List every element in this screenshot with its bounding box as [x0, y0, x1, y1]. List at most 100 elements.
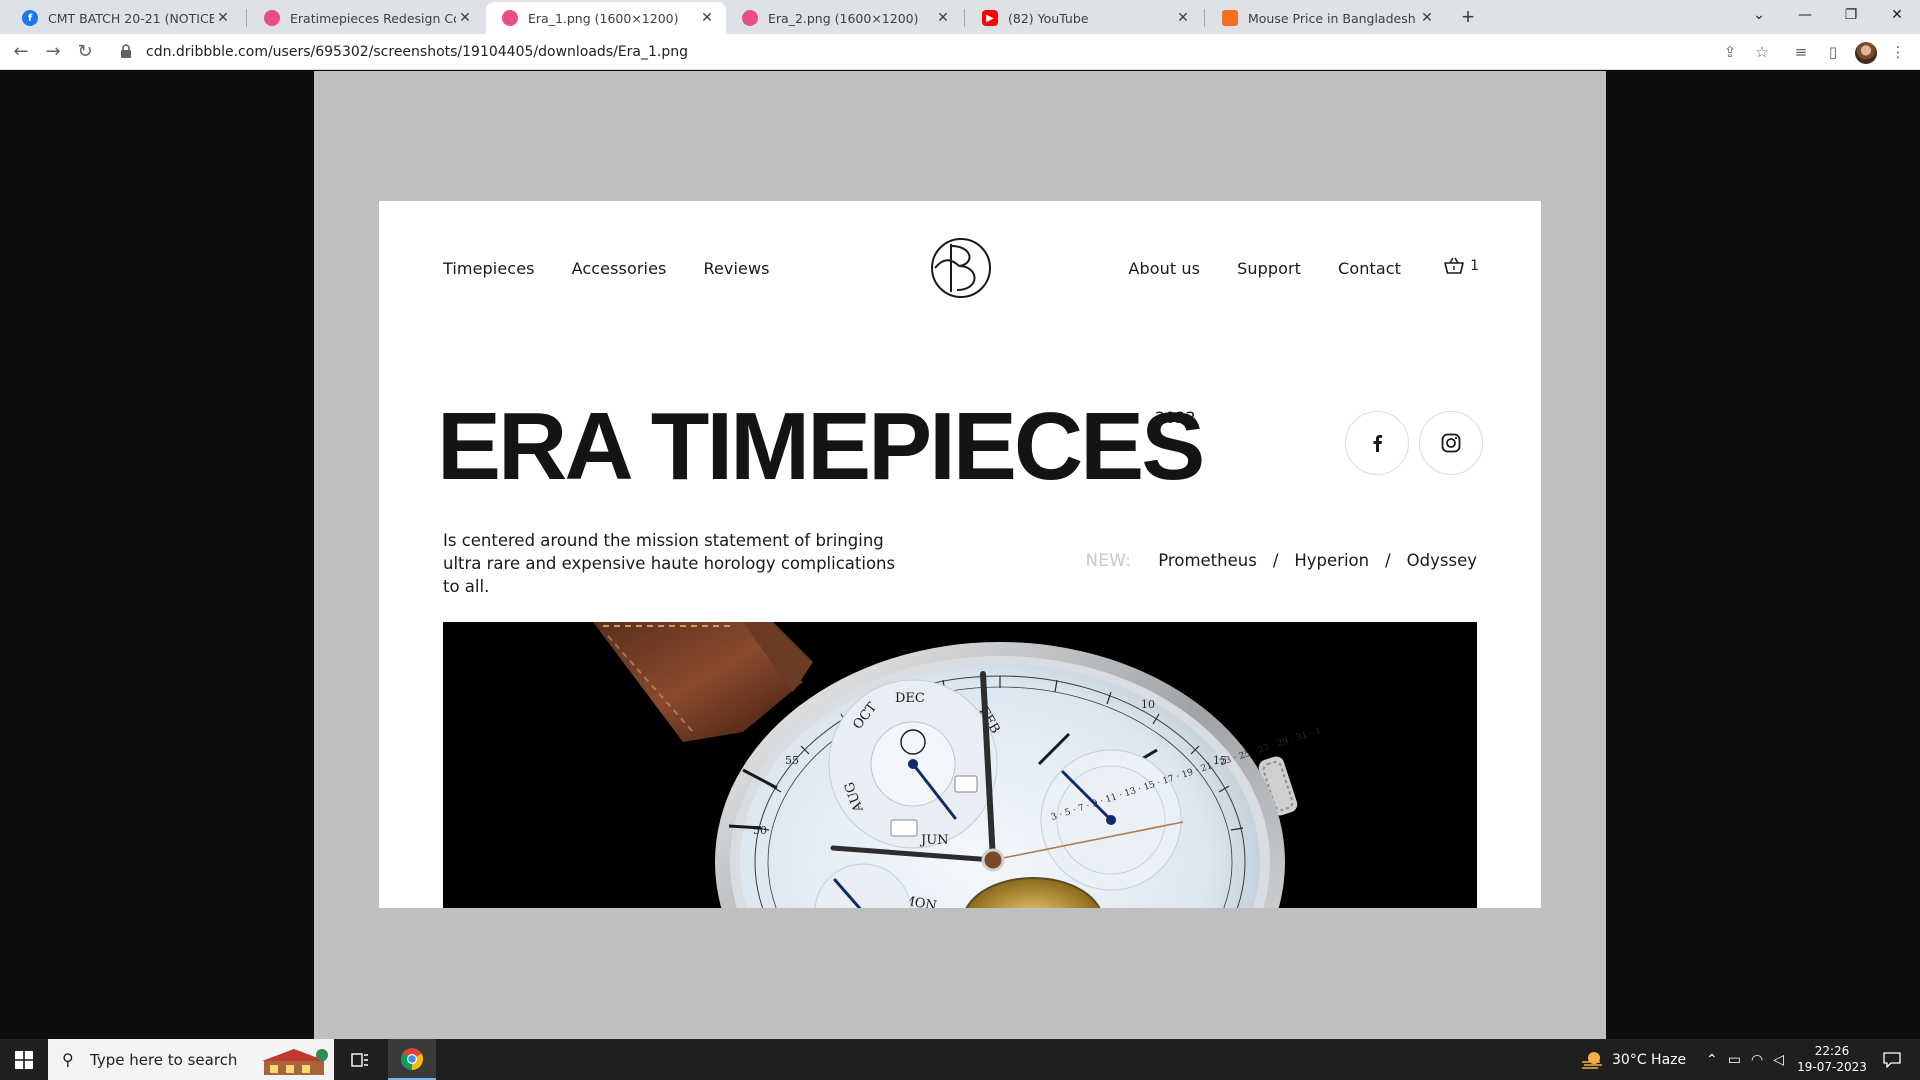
primary-nav: Timepieces Accessories Reviews	[443, 259, 770, 278]
tab-era-2-png[interactable]: Era_2.png (1600×1200) ✕	[726, 2, 962, 34]
windows-taskbar: ⚲ Type here to search 30°C Haze ⌃ ▭ ◠ ◁ …	[0, 1039, 1920, 1080]
new-tab-button[interactable]: +	[1454, 4, 1482, 32]
new-collections: NEW: Prometheus / Hyperion / Odyssey	[1086, 551, 1477, 570]
watch-illustration: 60 55 50 10 15 DEC OCT FEB AUG JUN	[443, 622, 1477, 908]
youtube-icon: ▶	[982, 10, 998, 26]
close-icon[interactable]: ✕	[1174, 10, 1192, 26]
close-icon[interactable]: ✕	[1418, 10, 1436, 26]
close-icon[interactable]: ✕	[456, 10, 474, 26]
taskbar-chrome-button[interactable]	[388, 1039, 436, 1080]
taskbar-clock[interactable]: 22:26 19-07-2023	[1796, 1043, 1868, 1075]
reload-button[interactable]: ↻	[72, 39, 98, 65]
chevron-up-icon[interactable]: ⌃	[1706, 1052, 1718, 1068]
dribbble-icon	[742, 10, 758, 26]
haze-weather-icon	[1582, 1051, 1602, 1069]
task-view-button[interactable]	[336, 1039, 384, 1080]
close-icon[interactable]: ✕	[698, 10, 716, 26]
bookmark-star-icon[interactable]: ☆	[1752, 42, 1772, 62]
address-bar[interactable]: cdn.dribbble.com/users/695302/screenshot…	[108, 37, 1768, 67]
forward-button[interactable]: →	[40, 39, 66, 65]
clock-time: 22:26	[1814, 1044, 1850, 1058]
side-panel-icon[interactable]: ▯	[1823, 42, 1843, 62]
browser-toolbar: ← → ↻ cdn.dribbble.com/users/695302/scre…	[0, 34, 1920, 70]
facebook-button[interactable]	[1345, 411, 1409, 475]
tab-eratimepieces-redesign[interactable]: Eratimepieces Redesign Concept ✕	[248, 2, 484, 34]
tab-separator	[964, 9, 965, 27]
hero-title: ERA TIMEPIECES	[437, 393, 1205, 500]
media-control-icon[interactable]: ≡	[1791, 42, 1811, 62]
link-prometheus[interactable]: Prometheus	[1158, 551, 1257, 570]
tab-mouse-price[interactable]: Mouse Price in Bangladesh | Star ✕	[1206, 2, 1446, 34]
share-icon[interactable]: ⇪	[1720, 42, 1740, 62]
taskbar-search[interactable]: ⚲ Type here to search	[48, 1039, 334, 1080]
nav-reviews[interactable]: Reviews	[703, 259, 769, 278]
facebook-icon: f	[22, 10, 38, 26]
notification-center-button[interactable]	[1872, 1039, 1912, 1080]
search-icon: ⚲	[62, 1050, 74, 1069]
minute-55: 55	[785, 754, 799, 767]
dribbble-icon	[502, 10, 518, 26]
tab-cmt-batch[interactable]: f CMT BATCH 20-21 (NOTICE-BOA ✕	[6, 2, 242, 34]
cart-count: 1	[1470, 258, 1479, 274]
tab-separator	[246, 9, 247, 27]
nav-contact[interactable]: Contact	[1338, 259, 1401, 278]
link-odyssey[interactable]: Odyssey	[1407, 551, 1477, 570]
close-icon[interactable]: ✕	[934, 10, 952, 26]
minimize-button[interactable]: —	[1782, 0, 1828, 30]
new-label: NEW:	[1085, 551, 1132, 570]
facebook-icon	[1373, 435, 1383, 452]
hero-description: Is centered around the mission statement…	[443, 531, 896, 596]
restore-button[interactable]: ❐	[1828, 0, 1874, 30]
basket-icon	[1444, 257, 1464, 274]
star-tech-icon	[1222, 10, 1238, 26]
weather-text: 30°C Haze	[1612, 1051, 1687, 1068]
instagram-icon	[1441, 433, 1461, 453]
task-view-icon	[351, 1052, 368, 1067]
close-icon[interactable]: ✕	[214, 10, 232, 26]
browser-tab-strip: f CMT BATCH 20-21 (NOTICE-BOA ✕ Eratimep…	[0, 0, 1920, 34]
clock-date: 19-07-2023	[1797, 1060, 1867, 1074]
era-logo-icon[interactable]	[929, 236, 993, 300]
website-mockup: Timepieces Accessories Reviews About us …	[379, 201, 1541, 908]
tab-search-icon[interactable]: ⌄	[1736, 0, 1782, 30]
battery-icon[interactable]: ▭	[1728, 1052, 1741, 1068]
lock-icon	[120, 43, 136, 61]
start-button[interactable]	[0, 1039, 48, 1080]
month-jun: JUN	[919, 833, 949, 848]
nav-timepieces[interactable]: Timepieces	[443, 259, 535, 278]
url-text: cdn.dribbble.com/users/695302/screenshot…	[146, 44, 689, 60]
secondary-nav: About us Support Contact	[1128, 259, 1401, 278]
windows-logo-icon	[15, 1050, 33, 1069]
minute-10: 10	[1141, 698, 1155, 711]
close-window-button[interactable]: ✕	[1874, 0, 1920, 30]
chrome-icon	[401, 1047, 423, 1070]
hero-watch-image: 60 55 50 10 15 DEC OCT FEB AUG JUN	[443, 622, 1477, 908]
nav-about-us[interactable]: About us	[1128, 259, 1200, 278]
nav-support[interactable]: Support	[1237, 259, 1301, 278]
tab-era-1-png[interactable]: Era_1.png (1600×1200) ✕	[486, 2, 726, 34]
weather-widget[interactable]: 30°C Haze	[1580, 1039, 1686, 1080]
volume-icon[interactable]: ◁	[1773, 1052, 1784, 1068]
instagram-button[interactable]	[1419, 411, 1483, 475]
nav-accessories[interactable]: Accessories	[572, 259, 667, 278]
search-highlight-illustration	[256, 1041, 332, 1078]
year-label: 2022	[1155, 408, 1196, 427]
system-tray: ⌃ ▭ ◠ ◁	[1706, 1039, 1784, 1080]
dribbble-shot-image: Timepieces Accessories Reviews About us …	[314, 71, 1606, 1039]
back-button[interactable]: ←	[8, 39, 34, 65]
cart-button[interactable]: 1	[1444, 257, 1479, 275]
wifi-icon[interactable]: ◠	[1751, 1052, 1763, 1068]
search-placeholder: Type here to search	[90, 1050, 238, 1069]
link-hyperion[interactable]: Hyperion	[1294, 551, 1369, 570]
separator-slash: /	[1272, 551, 1279, 570]
tab-youtube[interactable]: ▶ (82) YouTube ✕	[966, 2, 1202, 34]
image-viewer: Timepieces Accessories Reviews About us …	[0, 71, 1920, 1039]
tab-separator	[1204, 9, 1205, 27]
minute-50: 50	[753, 824, 767, 837]
profile-avatar[interactable]	[1855, 42, 1877, 64]
dribbble-icon	[264, 10, 280, 26]
month-dec: DEC	[895, 691, 925, 706]
notification-icon	[1883, 1051, 1901, 1068]
separator-slash: /	[1385, 551, 1391, 570]
menu-kebab-icon[interactable]: ⋮	[1888, 42, 1908, 62]
